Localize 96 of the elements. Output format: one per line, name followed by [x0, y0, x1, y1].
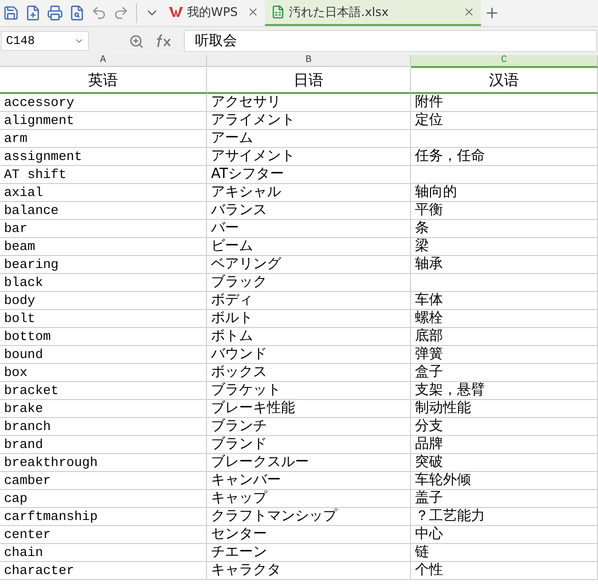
table-cell: アキシャル	[207, 184, 411, 202]
table-cell: アサイメント	[207, 148, 411, 166]
table-cell: 车轮外倾	[411, 472, 598, 490]
table-cell: brake	[0, 400, 207, 418]
table-cell: 轴向的	[411, 184, 598, 202]
tab[interactable]: 汚れた日本語.xlsx	[265, 0, 481, 26]
table-cell: ブランド	[207, 436, 411, 454]
table-cell: carftmanship	[0, 508, 207, 526]
table-cell: ブラック	[207, 274, 411, 292]
table-cell: 链	[411, 544, 598, 562]
zoom-icon[interactable]	[129, 34, 144, 48]
table-cell: ブレーキ性能	[207, 400, 411, 418]
table-cell: bar	[0, 220, 207, 238]
table-cell: ？工艺能力	[411, 508, 598, 526]
tab-label: 我的WPS	[187, 4, 238, 20]
table-cell: チエーン	[207, 544, 411, 562]
table-cell: 条	[411, 220, 598, 238]
table-cell: center	[0, 526, 207, 544]
table-cell: 车体	[411, 292, 598, 310]
table-cell: アーム	[207, 130, 411, 148]
table-cell: アクセサリ	[207, 94, 411, 112]
close-icon[interactable]	[247, 6, 259, 18]
table-cell: 盒子	[411, 364, 598, 382]
table-cell: ボックス	[207, 364, 411, 382]
table-cell: センター	[207, 526, 411, 544]
table-cell: balance	[0, 202, 207, 220]
table-cell: 分支	[411, 418, 598, 436]
table-cell: 弹簧	[411, 346, 598, 364]
column-header[interactable]: C	[411, 55, 598, 68]
table-cell: ブレークスルー	[207, 454, 411, 472]
table-cell: バランス	[207, 202, 411, 220]
table-cell: black	[0, 274, 207, 292]
table-cell: assignment	[0, 148, 207, 166]
table-cell: bearing	[0, 256, 207, 274]
close-icon[interactable]	[463, 6, 475, 18]
table-cell: 附件	[411, 94, 598, 112]
table-cell: ビーム	[207, 238, 411, 256]
spreadsheet-icon	[271, 5, 285, 19]
table-cell: box	[0, 364, 207, 382]
table-cell: 底部	[411, 328, 598, 346]
table-cell: 品牌	[411, 436, 598, 454]
table-cell: バウンド	[207, 346, 411, 364]
table-cell: accessory	[0, 94, 207, 112]
table-cell: cap	[0, 490, 207, 508]
table-cell: ブラケット	[207, 382, 411, 400]
table-cell: バー	[207, 220, 411, 238]
table-cell: ボトム	[207, 328, 411, 346]
table-cell: 平衡	[411, 202, 598, 220]
table-cell: キャラクタ	[207, 562, 411, 580]
table-cell: bound	[0, 346, 207, 364]
table-cell: camber	[0, 472, 207, 490]
table-cell: beam	[0, 238, 207, 256]
name-box[interactable]: C148	[1, 31, 89, 51]
wps-logo-icon	[169, 6, 183, 18]
table-cell: chain	[0, 544, 207, 562]
table-cell: アライメント	[207, 112, 411, 130]
table-cell: bracket	[0, 382, 207, 400]
table-cell: ベアリング	[207, 256, 411, 274]
table-cell: 支架，悬臂	[411, 382, 598, 400]
table-cell: breakthrough	[0, 454, 207, 472]
table-cell: 轴承	[411, 256, 598, 274]
table-header-cell: 日语	[207, 68, 411, 94]
tab-label: 汚れた日本語.xlsx	[289, 4, 389, 20]
table-header-cell: 汉语	[411, 68, 598, 94]
table-cell: クラフトマンシップ	[207, 508, 411, 526]
table-cell: brand	[0, 436, 207, 454]
table-cell: arm	[0, 130, 207, 148]
table-cell: ATシフター	[207, 166, 411, 184]
table-cell: 梁	[411, 238, 598, 256]
table-cell: キャップ	[207, 490, 411, 508]
table-cell: AT shift	[0, 166, 207, 184]
function-icon[interactable]	[156, 34, 172, 48]
table-cell: 盖子	[411, 490, 598, 508]
table-cell: 制动性能	[411, 400, 598, 418]
table-cell: 定位	[411, 112, 598, 130]
table-cell: 任务，任命	[411, 148, 598, 166]
table-cell: bolt	[0, 310, 207, 328]
column-header[interactable]: B	[207, 55, 411, 67]
formula-field[interactable]: 听取会	[184, 30, 597, 52]
table-header-cell: 英语	[0, 68, 207, 94]
table-cell: ボディ	[207, 292, 411, 310]
table-cell: bottom	[0, 328, 207, 346]
table-cell: 中心	[411, 526, 598, 544]
table-cell: ブランチ	[207, 418, 411, 436]
table-cell: 突破	[411, 454, 598, 472]
table-cell: 螺栓	[411, 310, 598, 328]
table-cell: character	[0, 562, 207, 580]
table-cell: alignment	[0, 112, 207, 130]
table-cell: 个性	[411, 562, 598, 580]
table-cell: body	[0, 292, 207, 310]
table-cell: キャンバー	[207, 472, 411, 490]
table-cell: axial	[0, 184, 207, 202]
table-cell: branch	[0, 418, 207, 436]
tab[interactable]: 我的WPS	[163, 0, 265, 26]
table-cell: ボルト	[207, 310, 411, 328]
column-header[interactable]: A	[0, 55, 207, 67]
